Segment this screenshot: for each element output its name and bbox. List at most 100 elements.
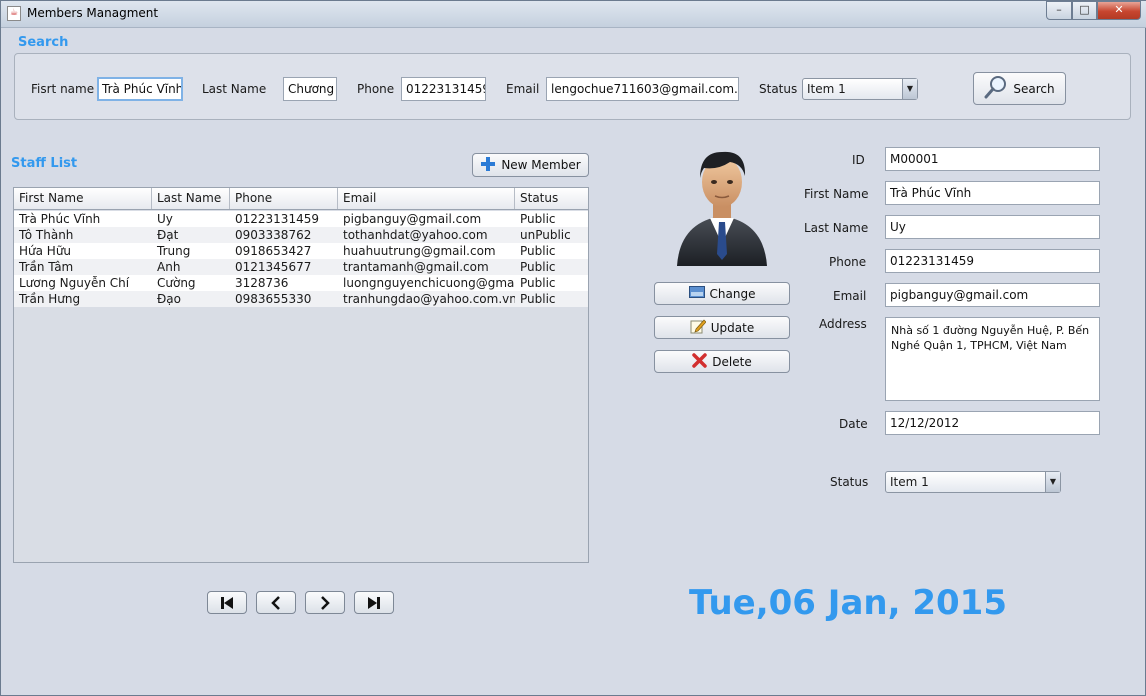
cell-status: Public <box>520 244 556 258</box>
image-icon <box>688 286 705 301</box>
table-row[interactable]: Trà Phúc Vĩnh Uy 01223131459 pigbanguy@g… <box>14 211 588 227</box>
cell-email: tranhungdao@yahoo.com.vn <box>343 292 515 306</box>
cell-phone: 01223131459 <box>235 212 319 226</box>
close-button[interactable]: ✕ <box>1097 1 1141 20</box>
search-phone-label: Phone <box>357 82 395 96</box>
table-row[interactable]: Hứa Hữu Trung 0918653427 huahuutrung@gma… <box>14 243 588 259</box>
delete-button-label: Delete <box>712 354 752 369</box>
next-page-icon <box>321 595 330 610</box>
detail-phone-label: Phone <box>829 255 867 269</box>
column-header-email[interactable]: Email <box>338 188 515 209</box>
staff-table[interactable]: First Name Last Name Phone Email Status … <box>13 187 589 563</box>
new-member-button[interactable]: New Member <box>472 153 589 177</box>
staff-list-title: Staff List <box>11 156 78 171</box>
table-row[interactable]: Tô Thành Đạt 0903338762 tothanhdat@yahoo… <box>14 227 588 243</box>
cell-phone: 3128736 <box>235 276 289 290</box>
cell-last-name: Đạt <box>157 228 179 242</box>
maximize-button[interactable]: □ <box>1072 1 1097 20</box>
java-app-icon: ☕ <box>7 6 21 21</box>
detail-phone-input[interactable]: 01223131459 <box>885 249 1100 273</box>
detail-address-textarea[interactable]: Nhà số 1 đường Nguyễn Huệ, P. Bến Nghé Q… <box>885 317 1100 401</box>
search-status-value: Item 1 <box>807 82 846 96</box>
detail-last-name-label: Last Name <box>804 221 869 235</box>
table-row[interactable]: Trần Hưng Đạo 0983655330 tranhungdao@yah… <box>14 291 588 307</box>
window-controls: – □ ✕ <box>1046 1 1141 20</box>
detail-address-label: Address <box>819 317 867 331</box>
detail-id-input[interactable]: M00001 <box>885 147 1100 171</box>
cell-first-name: Tô Thành <box>19 228 74 242</box>
magnifier-icon <box>984 75 1008 102</box>
last-page-button[interactable] <box>354 591 394 614</box>
search-last-name-label: Last Name <box>202 82 267 96</box>
search-status-label: Status <box>759 82 798 96</box>
cell-first-name: Hứa Hữu <box>19 244 72 258</box>
next-page-button[interactable] <box>305 591 345 614</box>
search-phone-input[interactable]: 01223131459 <box>401 77 486 101</box>
cell-last-name: Trung <box>157 244 191 258</box>
change-button-label: Change <box>709 286 756 301</box>
cell-email: luongnguyenchicuong@gma... <box>343 276 515 290</box>
new-member-label: New Member <box>501 158 581 172</box>
search-email-label: Email <box>506 82 540 96</box>
minimize-button[interactable]: – <box>1046 1 1072 20</box>
delete-button[interactable]: Delete <box>654 350 790 373</box>
column-header-first-name[interactable]: First Name <box>14 188 152 209</box>
cell-status: unPublic <box>520 228 571 242</box>
cell-last-name: Đạo <box>157 292 181 306</box>
cell-status: Public <box>520 212 556 226</box>
detail-id-label: ID <box>852 153 865 167</box>
previous-page-icon <box>271 595 280 610</box>
detail-first-name-input[interactable]: Trà Phúc Vĩnh <box>885 181 1100 205</box>
previous-page-button[interactable] <box>256 591 296 614</box>
search-first-name-label: Fisrt name <box>31 82 95 96</box>
chevron-down-icon: ▼ <box>902 79 917 99</box>
cell-last-name: Anh <box>157 260 181 274</box>
chevron-down-icon: ▼ <box>1045 472 1060 492</box>
detail-last-name-input[interactable]: Uy <box>885 215 1100 239</box>
cell-phone: 0903338762 <box>235 228 312 242</box>
search-last-name-input[interactable]: Chương <box>283 77 337 101</box>
detail-date-label: Date <box>839 417 868 431</box>
cell-first-name: Trà Phúc Vĩnh <box>19 212 101 226</box>
table-header: First Name Last Name Phone Email Status <box>14 188 588 210</box>
search-section-title: Search <box>18 35 69 50</box>
current-date-display: Tue,06 Jan, 2015 <box>689 583 1007 623</box>
search-button[interactable]: Search <box>973 72 1066 105</box>
column-header-status[interactable]: Status <box>515 188 588 209</box>
cell-email: tothanhdat@yahoo.com <box>343 228 488 242</box>
update-button[interactable]: Update <box>654 316 790 339</box>
detail-first-name-label: First Name <box>804 187 869 201</box>
cell-first-name: Trần Hưng <box>19 292 81 306</box>
column-header-phone[interactable]: Phone <box>230 188 338 209</box>
change-button[interactable]: Change <box>654 282 790 305</box>
cell-first-name: Lương Nguyễn Chí <box>19 276 130 290</box>
cell-last-name: Uy <box>157 212 173 226</box>
detail-email-input[interactable]: pigbanguy@gmail.com <box>885 283 1100 307</box>
detail-status-value: Item 1 <box>890 475 929 489</box>
cell-email: pigbanguy@gmail.com <box>343 212 482 226</box>
table-row[interactable]: Trần Tâm Anh 0121345677 trantamanh@gmail… <box>14 259 588 275</box>
detail-status-select[interactable]: Item 1 ▼ <box>885 471 1061 493</box>
search-status-select[interactable]: Item 1 ▼ <box>802 78 918 100</box>
member-avatar <box>672 144 772 269</box>
column-header-last-name[interactable]: Last Name <box>152 188 230 209</box>
cell-status: Public <box>520 276 556 290</box>
edit-pencil-icon <box>690 318 707 337</box>
detail-email-label: Email <box>833 289 867 303</box>
first-page-icon <box>221 596 233 609</box>
table-row[interactable]: Lương Nguyễn Chí Cường 3128736 luongnguy… <box>14 275 588 291</box>
cell-phone: 0121345677 <box>235 260 312 274</box>
members-window: ☕ Members Managment – □ ✕ Search Fisrt n… <box>0 0 1146 696</box>
detail-date-input[interactable]: 12/12/2012 <box>885 411 1100 435</box>
search-first-name-input[interactable]: Trà Phúc Vĩnh <box>97 77 183 101</box>
first-page-button[interactable] <box>207 591 247 614</box>
delete-x-icon <box>692 352 708 371</box>
cell-email: huahuutrung@gmail.com <box>343 244 496 258</box>
search-button-label: Search <box>1013 81 1055 96</box>
search-email-input[interactable]: lengochue711603@gmail.com.vn <box>546 77 739 101</box>
cell-phone: 0918653427 <box>235 244 312 258</box>
cell-first-name: Trần Tâm <box>19 260 74 274</box>
cell-status: Public <box>520 292 556 306</box>
cell-email: trantamanh@gmail.com <box>343 260 489 274</box>
window-title: Members Managment <box>27 6 159 20</box>
